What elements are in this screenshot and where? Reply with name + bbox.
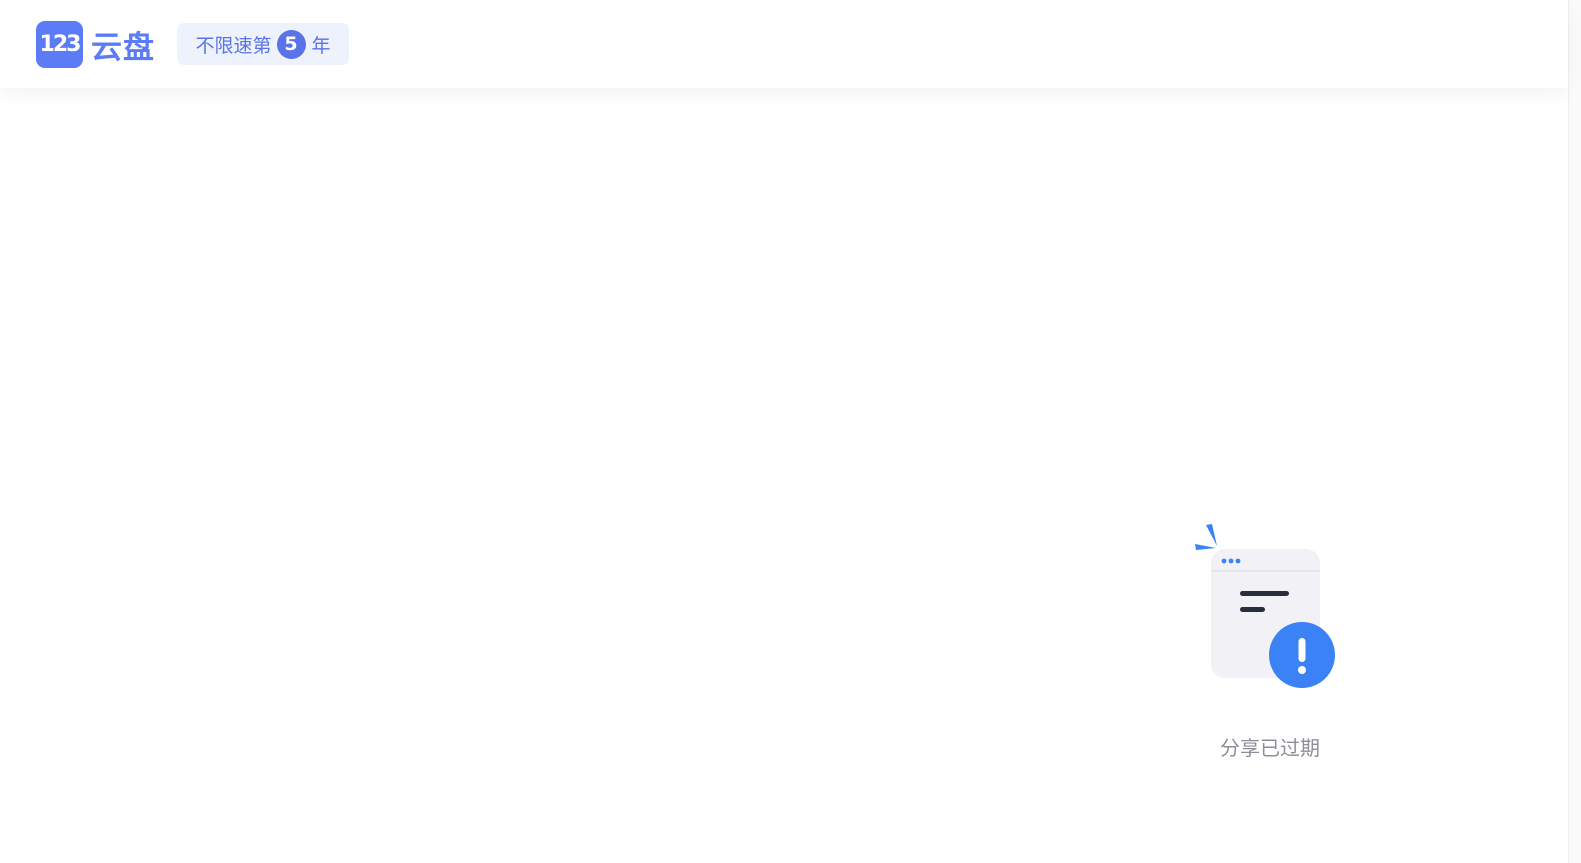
expired-share-document-icon [1190, 520, 1340, 695]
logo-brand-text: 云盘 [91, 29, 155, 66]
logo-link[interactable]: 123 云盘 [36, 20, 155, 68]
badge-suffix: 年 [311, 34, 331, 57]
top-header: 123 云盘 不限速第 5 年 [0, 0, 1568, 88]
logo-mark: 123 [36, 20, 83, 68]
speed-badge: 不限速第 5 年 [177, 23, 349, 65]
vertical-scrollbar[interactable] [1568, 0, 1581, 863]
badge-number: 5 [276, 29, 306, 59]
empty-state-message: 分享已过期 [1220, 736, 1320, 760]
badge-prefix: 不限速第 [195, 34, 272, 57]
page: 123 云盘 不限速第 5 年 分享已过期 [0, 0, 1581, 863]
